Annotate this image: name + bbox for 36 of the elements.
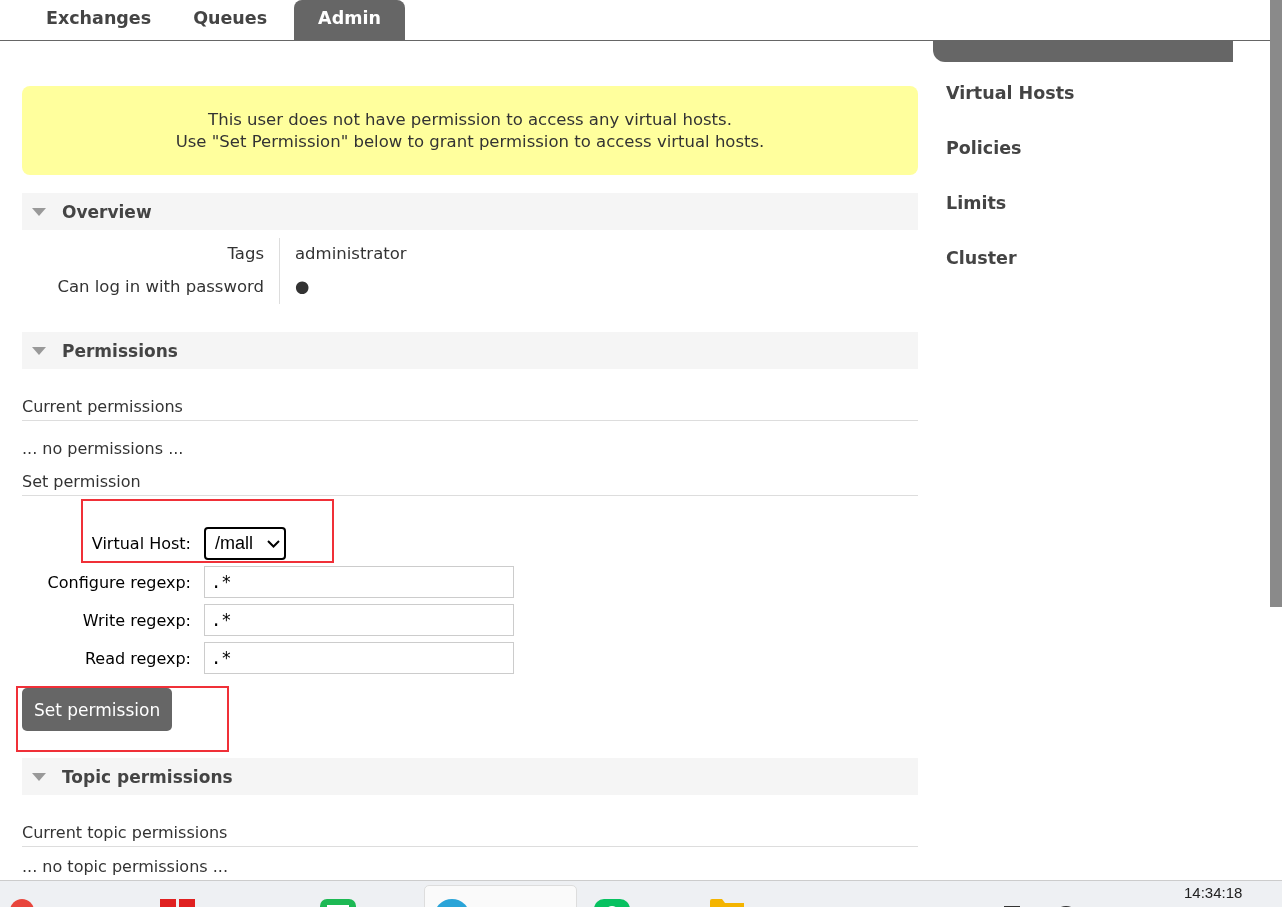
nav-tab[interactable]: Queues [172,0,289,40]
sidebar-item[interactable]: Virtual Hosts [933,71,1233,126]
sidebar-item[interactable]: Policies [933,126,1233,181]
property-value: ● [294,276,311,298]
set-permission-button[interactable]: Set permission [22,688,173,731]
property-label: Tags [22,238,280,271]
property-label: Can log in with password [22,271,280,304]
scrollbar-thumb[interactable] [1270,0,1282,607]
subsection-heading: Current topic permissions [22,823,918,847]
nav-tab[interactable]: Admin [294,0,405,40]
section-title: Permissions [62,340,178,361]
field-label: Write regexp: [81,610,191,630]
field-label: Virtual Host: [90,534,191,553]
sidebar-item[interactable]: Cluster [933,236,1233,291]
warning-text: Use "Set Permission" below to grant permission to access virtual hosts. [175,130,765,153]
virtual-host-select[interactable]: /mall [204,527,286,560]
section-header[interactable]: Permissions [22,332,918,369]
section-header[interactable]: Overview [22,193,918,230]
section-title: Overview [62,201,152,222]
empty-message: ... no permissions ... [22,439,184,458]
clock-time: 14:34:18 [1184,884,1243,901]
nav-tab[interactable]: Exchanges [25,0,173,40]
regexp-input[interactable]: .* [204,566,514,598]
section-header[interactable]: Topic permissions [22,758,918,795]
empty-message: ... no topic permissions ... [22,857,228,876]
field-label: Read regexp: [83,648,191,668]
section-title: Topic permissions [62,766,233,787]
subsection-heading: Current permissions [22,397,918,421]
field-label: Configure regexp: [46,572,191,592]
warning-text: This user does not have permission to access any virtual hosts. [208,108,732,131]
sidebar-item[interactable]: Limits [933,181,1233,236]
subsection-heading: Set permission [22,472,918,496]
regexp-input[interactable]: .* [204,604,514,636]
property-value: administrator [294,243,407,265]
chevron-down-icon [267,539,280,548]
regexp-input[interactable]: .* [204,642,514,674]
